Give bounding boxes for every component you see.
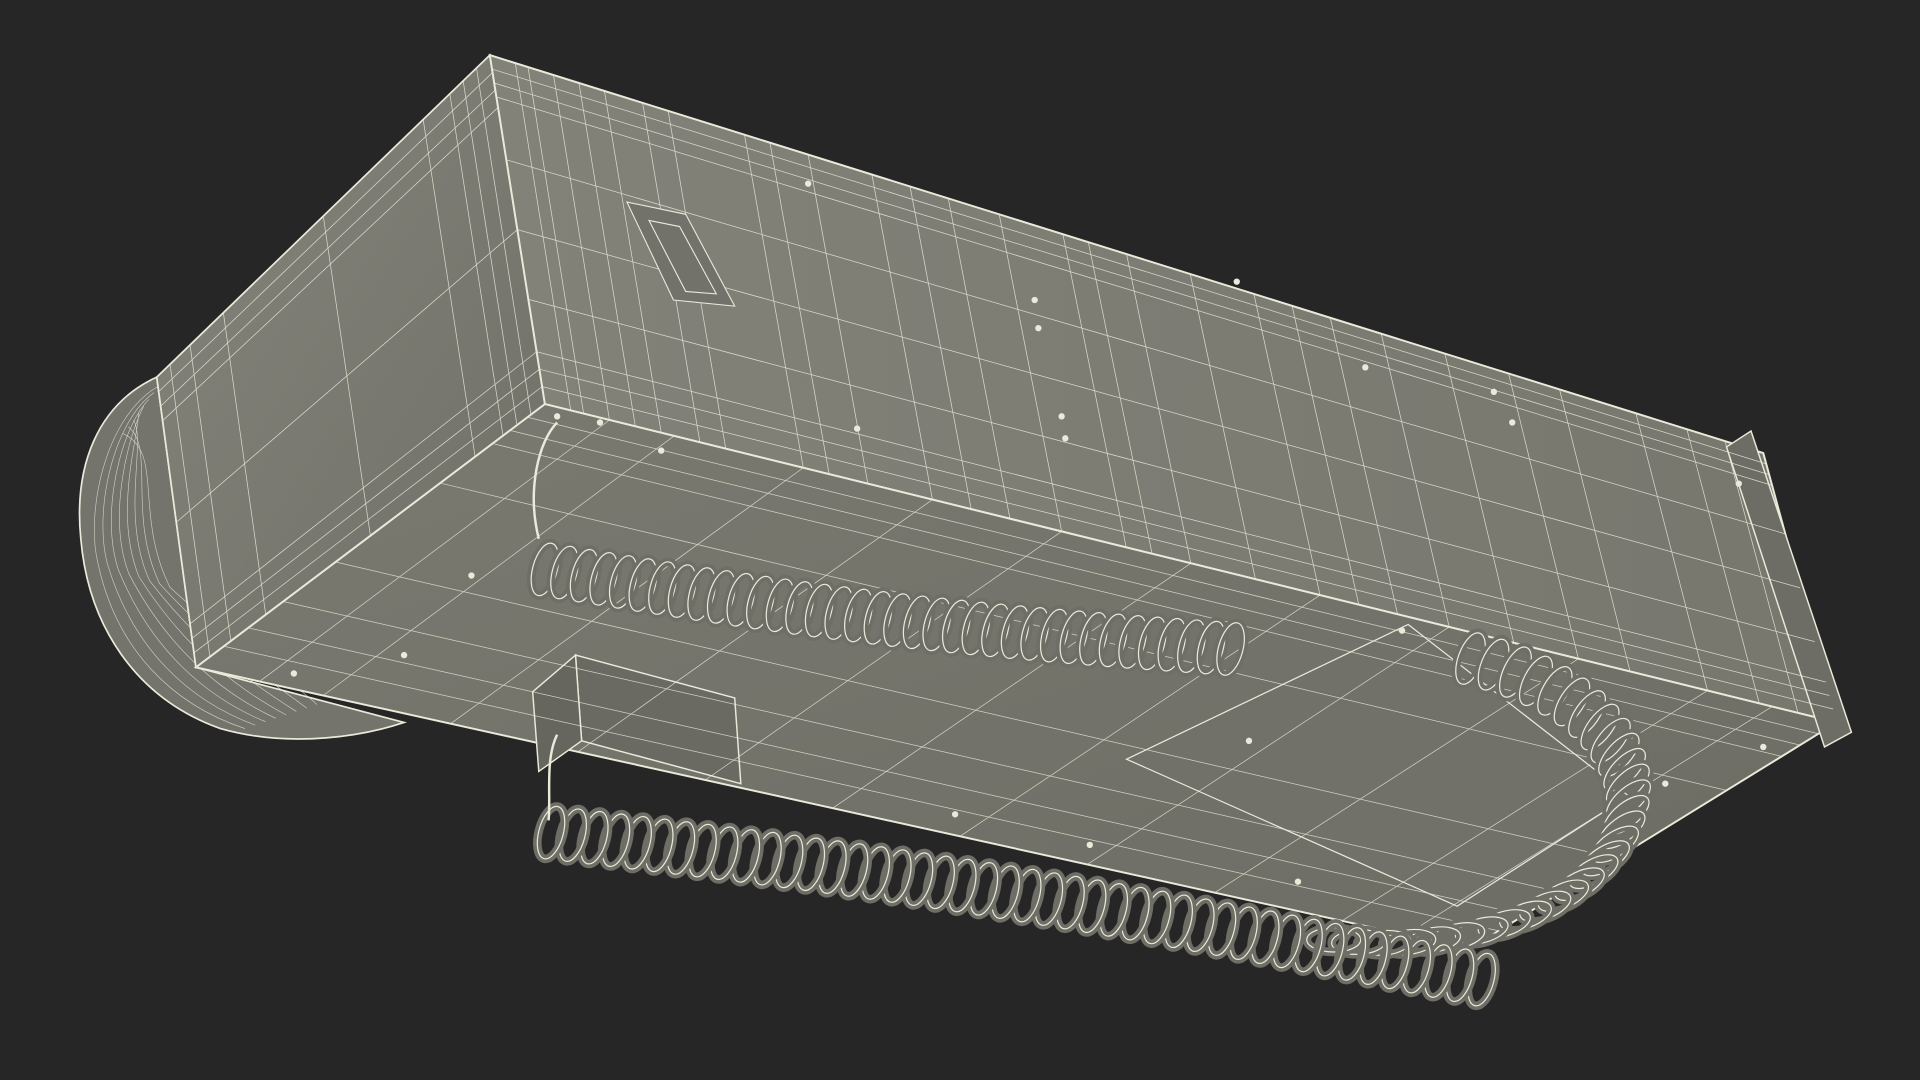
render-viewport — [0, 0, 1920, 1080]
wireframe-render — [78, 53, 1853, 1011]
